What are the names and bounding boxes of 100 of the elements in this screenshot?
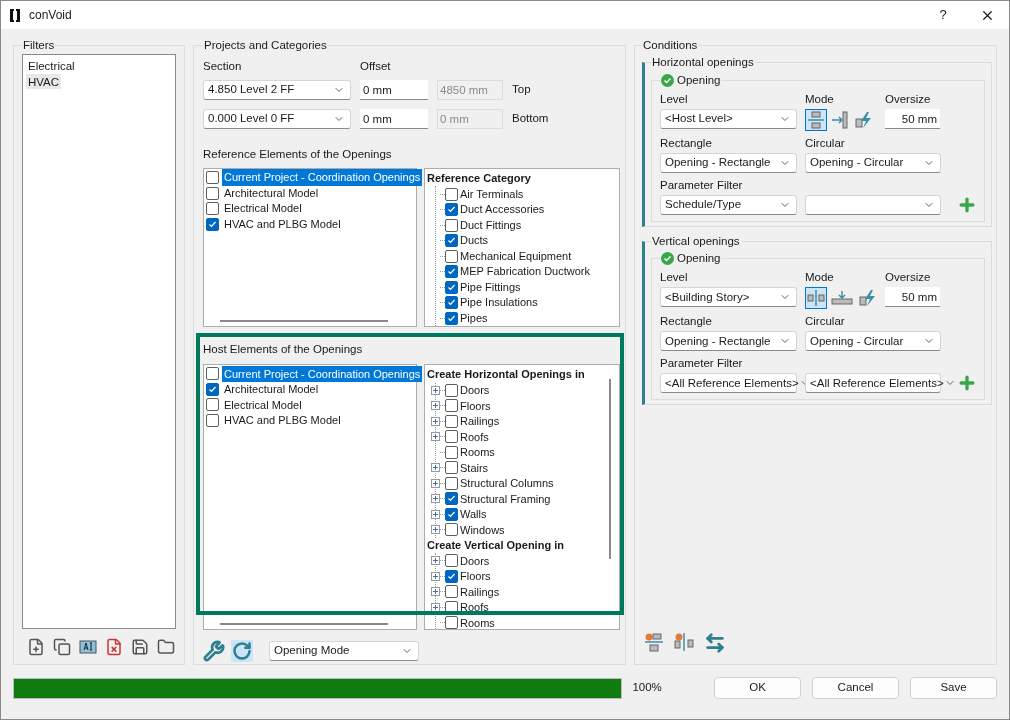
checkbox[interactable] (445, 585, 458, 599)
tree-item[interactable]: Structural Framing (460, 490, 551, 507)
copy-icon[interactable] (53, 638, 71, 656)
dialog-button[interactable]: OK (714, 677, 801, 699)
tree-item[interactable]: Ducts (460, 232, 489, 249)
checkbox[interactable] (445, 265, 458, 278)
tree-item[interactable]: Floors (460, 568, 491, 585)
checkbox[interactable] (445, 296, 458, 309)
tree-item[interactable]: Stairs (460, 459, 489, 476)
list-item[interactable]: Electrical (26, 58, 77, 74)
save-icon[interactable] (131, 638, 149, 656)
tree-item[interactable]: Structural Columns (460, 475, 554, 492)
list-item[interactable]: Current Project - Coordination Openings (222, 169, 423, 186)
checkbox[interactable] (206, 202, 219, 215)
tree-item[interactable]: Air Terminals (460, 185, 524, 203)
list-item[interactable]: Electrical Model (222, 396, 304, 413)
checkbox[interactable] (445, 430, 458, 444)
mode-dropdown[interactable]: Opening Mode (269, 641, 419, 661)
list-item[interactable]: Current Project - Coordination Openings (222, 365, 423, 382)
checkbox[interactable] (445, 461, 458, 475)
checkbox[interactable] (445, 234, 458, 247)
list-item[interactable]: HVAC (26, 73, 62, 90)
checkbox[interactable] (206, 398, 219, 412)
checkbox[interactable] (206, 171, 219, 184)
list-item[interactable]: HVAC and PLBG Model (222, 412, 343, 429)
expand-icon[interactable] (431, 602, 440, 612)
tree-item[interactable]: Mechanical Equipment (460, 247, 572, 265)
list-item[interactable]: Architectural Model (222, 381, 321, 398)
expand-icon[interactable] (431, 463, 440, 473)
mode-toggle[interactable] (805, 108, 827, 131)
expand-icon[interactable] (431, 401, 440, 411)
filter-value-dropdown[interactable] (805, 194, 941, 215)
checkbox[interactable] (206, 186, 219, 200)
circular-dropdown[interactable]: Opening - Circular (805, 331, 941, 352)
tree-item[interactable]: Railings (460, 583, 500, 600)
expand-icon[interactable] (431, 571, 440, 581)
tree-item[interactable]: Walls (460, 506, 487, 523)
wrench-icon[interactable] (203, 640, 225, 662)
section-dropdown[interactable]: 4.850 Level 2 FF (203, 79, 351, 100)
checkbox[interactable] (445, 476, 458, 490)
swap-icon[interactable] (704, 632, 726, 654)
section-dropdown[interactable]: 0.000 Level 0 FF (203, 108, 351, 129)
rectangle-dropdown[interactable]: Opening - Rectangle (660, 152, 797, 173)
checkbox[interactable] (445, 445, 458, 459)
checkbox[interactable] (445, 492, 458, 506)
scrollbar[interactable] (220, 623, 388, 625)
folder-icon[interactable] (157, 638, 175, 656)
list-item[interactable]: Architectural Model (222, 184, 321, 202)
checkbox[interactable] (445, 203, 458, 216)
help-button[interactable]: ? (921, 1, 965, 29)
level-dropdown[interactable]: <Building Story> (660, 287, 797, 308)
offset-field[interactable]: 0 mm (360, 79, 428, 100)
tree-item[interactable]: Rooms (460, 614, 495, 629)
dialog-button[interactable]: Save (910, 677, 997, 699)
horizontal-settings-icon[interactable] (644, 632, 664, 652)
offset-field[interactable]: 0 mm (360, 108, 428, 129)
tree-item[interactable]: Pipe Fittings (460, 278, 521, 296)
checkbox[interactable] (445, 218, 458, 232)
list-item[interactable]: Electrical Model (222, 200, 304, 217)
checkbox[interactable] (206, 382, 219, 396)
tree-item[interactable]: Doors (460, 382, 490, 399)
checkbox[interactable] (445, 414, 458, 428)
scrollbar[interactable] (609, 379, 611, 559)
checkbox[interactable] (445, 311, 458, 325)
tree-item[interactable]: Pipe Insulations (460, 294, 538, 311)
mode-toggle[interactable] (805, 287, 827, 310)
tree-item[interactable]: Windows (460, 521, 505, 538)
checkbox[interactable] (445, 554, 458, 568)
tree-item[interactable]: Roofs (460, 599, 489, 616)
rectangle-dropdown[interactable]: Opening - Rectangle (660, 331, 797, 352)
checkbox[interactable] (445, 616, 458, 629)
filter-dropdown[interactable]: Schedule/Type (660, 194, 797, 215)
tree-item[interactable]: Pipes (460, 309, 488, 326)
checkbox[interactable] (206, 367, 219, 381)
tree-item[interactable]: Doors (460, 552, 490, 569)
expand-icon[interactable] (431, 385, 440, 395)
checkbox[interactable] (445, 507, 458, 521)
dialog-button[interactable]: Cancel (812, 677, 899, 699)
tree-item[interactable]: Duct Fittings (460, 216, 522, 234)
delete-file-icon[interactable] (105, 638, 123, 656)
new-file-icon[interactable] (27, 638, 45, 656)
checkbox[interactable] (445, 249, 458, 263)
refresh-button[interactable] (231, 640, 253, 662)
circular-dropdown[interactable]: Opening - Circular (805, 152, 941, 173)
expand-icon[interactable] (431, 556, 440, 566)
checkbox[interactable] (206, 217, 219, 231)
checkbox[interactable] (445, 383, 458, 397)
expand-icon[interactable] (431, 509, 440, 519)
checkbox[interactable] (445, 569, 458, 583)
tree-item[interactable]: Railings (460, 413, 500, 430)
scrollbar[interactable] (220, 319, 388, 322)
expand-icon[interactable] (431, 478, 440, 488)
level-dropdown[interactable]: <Host Level> (660, 108, 797, 129)
rename-icon[interactable] (79, 638, 97, 656)
checkbox[interactable] (445, 399, 458, 413)
vertical-settings-icon[interactable] (674, 632, 694, 652)
tree-item[interactable]: Duct Accessories (460, 201, 545, 218)
mode-toggle[interactable] (829, 108, 851, 131)
expand-icon[interactable] (431, 525, 440, 535)
checkbox[interactable] (445, 523, 458, 537)
